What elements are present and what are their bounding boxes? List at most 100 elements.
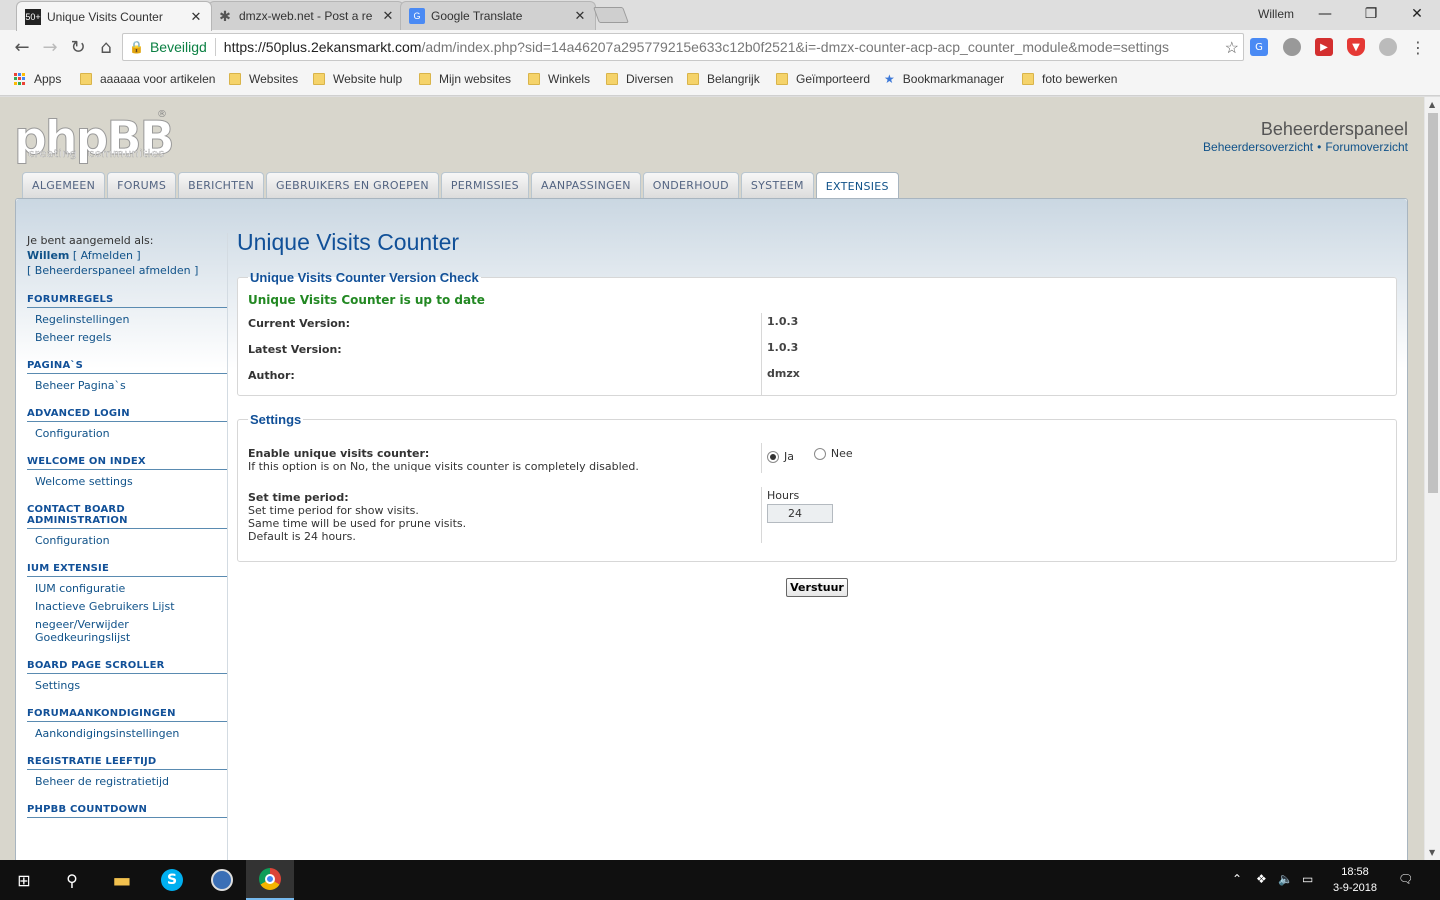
time-period-explain-3: Default is 24 hours. [248,530,356,543]
volume-icon[interactable]: 🔈 [1278,872,1293,886]
taskbar-clock[interactable]: 18:58 3-9-2018 [1318,864,1392,896]
google-translate-extension-icon[interactable]: G [1250,38,1268,56]
minimize-icon[interactable]: — [1302,0,1348,28]
tab-berichten[interactable]: BERICHTEN [178,172,265,198]
site-favicon-icon: 50+ [25,8,41,25]
logout-link[interactable]: [ Afmelden ] [73,249,141,262]
sidebar-item-regelinstellingen[interactable]: Regelinstellingen [27,308,227,326]
bookmark-folder[interactable]: aaaaaa voor artikelen [80,72,215,86]
sidebar-item-settings[interactable]: Settings [27,674,227,692]
radio-unchecked-icon [813,447,826,460]
acp-panel: Je bent aangemeld als: Willem [ Afmelden… [15,198,1408,860]
bookmark-folder[interactable]: Mijn websites [419,72,511,86]
address-bar[interactable]: 🔒 Beveiligd https://50plus.2ekansmarkt.c… [122,33,1244,61]
bookmark-label: Diversen [626,72,674,86]
sidebar-heading: FORUMREGELS [27,294,227,308]
bookmark-label: Website hulp [333,72,403,86]
windows-start-icon[interactable]: ⊞ [0,860,48,900]
acp-logout-link[interactable]: [ Beheerderspaneel afmelden ] [27,264,198,277]
tab-onderhoud[interactable]: ONDERHOUD [642,172,739,198]
sidebar-item-beheer-registratietijd[interactable]: Beheer de registratietijd [27,770,227,788]
tab-gebruikers-en-groepen[interactable]: GEBRUIKERS EN GROEPEN [266,172,439,198]
tab-extensies[interactable]: EXTENSIES [815,172,899,199]
sidebar-item-configuration[interactable]: Configuration [27,529,227,547]
tab-forums[interactable]: FORUMS [107,172,177,198]
enable-no-radio[interactable]: Nee [813,447,853,460]
bookmark-label: foto bewerken [1042,72,1118,86]
bookmark-folder[interactable]: foto bewerken [1022,72,1117,86]
bookmark-folder[interactable]: Belangrijk [687,72,760,86]
profile-name[interactable]: Willem [1258,7,1294,21]
sidebar-heading: PHPBB COUNTDOWN [27,804,227,818]
sidebar-item-inactieve-gebruikers[interactable]: Inactieve Gebruikers Lijst [27,595,227,613]
enable-yes-radio[interactable]: Ja [767,450,794,463]
tab-permissies[interactable]: PERMISSIES [440,172,529,198]
tab-aanpassingen[interactable]: AANPASSINGEN [530,172,641,198]
sidebar-item-beheer-paginas[interactable]: Beheer Pagina`s [27,374,227,392]
dropbox-icon[interactable]: ❖ [1256,872,1267,886]
sidebar-item-aankondigingsinstellingen[interactable]: Aankondigingsinstellingen [27,722,227,740]
tab-title: Unique Visits Counter [47,9,163,24]
bookmark-bookmarkmanager[interactable]: ★ Bookmarkmanager [884,72,1004,86]
sidebar-item-ium-configuratie[interactable]: IUM configuratie [27,577,227,595]
close-tab-icon[interactable]: ✕ [381,8,395,24]
bookmark-star-icon[interactable]: ☆ [1225,38,1239,58]
home-icon[interactable]: ⌂ [94,35,118,59]
restore-icon[interactable]: ❐ [1348,0,1394,28]
notifications-icon[interactable]: 🗨 [1398,872,1413,886]
reload-icon[interactable]: ↻ [66,35,90,59]
bookmark-apps[interactable]: Apps [14,72,61,86]
back-icon[interactable]: ← [10,35,34,59]
folder-icon [313,73,325,85]
hours-input[interactable] [767,504,833,523]
tab-algemeen[interactable]: ALGEMEEN [22,172,106,198]
close-window-icon[interactable]: ✕ [1394,0,1440,28]
close-tab-icon[interactable]: ✕ [189,9,203,25]
sidebar-section-contact-board: CONTACT BOARD ADMINISTRATION Configurati… [27,504,227,547]
time-period-explain-2: Same time will be used for prune visits. [248,517,467,530]
search-icon[interactable]: ⚲ [48,860,96,900]
sidebar-item-welcome-settings[interactable]: Welcome settings [27,470,227,488]
latest-version-label: Latest Version: [248,343,342,356]
forward-icon[interactable]: → [38,35,62,59]
file-explorer-icon[interactable]: ▬ [98,860,146,900]
enable-counter-label: Enable unique visits counter: [248,447,430,460]
sidebar-item-beheer-regels[interactable]: Beheer regels [27,326,227,344]
username: Willem [27,249,70,262]
bookmark-folder[interactable]: Winkels [528,72,590,86]
bookmark-folder[interactable]: Websites [229,72,298,86]
tab-title: Google Translate [431,9,523,23]
scrollbar-thumb[interactable] [1428,113,1438,493]
bookmark-folder[interactable]: Website hulp [313,72,402,86]
submit-button[interactable]: Verstuur [786,578,848,597]
scroll-down-icon[interactable]: ▼ [1429,848,1435,857]
sidebar-item-goedkeuringslijst[interactable]: negeer/Verwijder Goedkeuringslijst [27,613,227,644]
tab-systeem[interactable]: SYSTEEM [740,172,814,198]
extension-video-icon[interactable]: ▶ [1315,38,1333,56]
extension-moon-icon[interactable] [1283,38,1301,56]
scroll-up-icon[interactable]: ▲ [1429,100,1435,109]
mail-client-icon[interactable] [198,860,246,900]
close-tab-icon[interactable]: ✕ [573,8,587,24]
bookmark-folder[interactable]: Geïmporteerd [776,72,870,86]
browser-tab-dmzx[interactable]: ✱ dmzx-web.net - Post a re ✕ [208,1,404,30]
browser-tab-google-translate[interactable]: G Google Translate ✕ [400,1,596,30]
lock-icon: 🔒 [129,40,144,54]
network-icon[interactable]: ▭ [1302,872,1313,886]
main-content: Unique Visits Counter Unique Visits Coun… [237,229,1397,597]
new-tab-button[interactable] [593,7,629,23]
browser-tab-unique-visits[interactable]: 50+ Unique Visits Counter ✕ [16,1,212,31]
sidebar-item-configuration[interactable]: Configuration [27,422,227,440]
clock-date: 3-9-2018 [1332,882,1378,894]
acp-overview-link[interactable]: Beheerdersoverzicht [1203,140,1313,154]
skype-icon[interactable]: S [148,860,196,900]
tray-chevron-icon[interactable]: ⌃ [1232,872,1242,886]
chrome-taskbar-icon[interactable] [246,860,294,900]
sidebar-section-advanced-login: ADVANCED LOGIN Configuration [27,408,227,440]
extension-shield-icon[interactable]: ▼ [1347,38,1365,56]
bookmark-folder[interactable]: Diversen [606,72,673,86]
menu-kebab-icon[interactable]: ⋮ [1406,35,1430,59]
page-scrollbar[interactable]: ▲ ▼ [1424,97,1440,860]
forum-index-link[interactable]: Forumoverzicht [1325,140,1408,154]
extension-sync-icon[interactable] [1379,38,1397,56]
